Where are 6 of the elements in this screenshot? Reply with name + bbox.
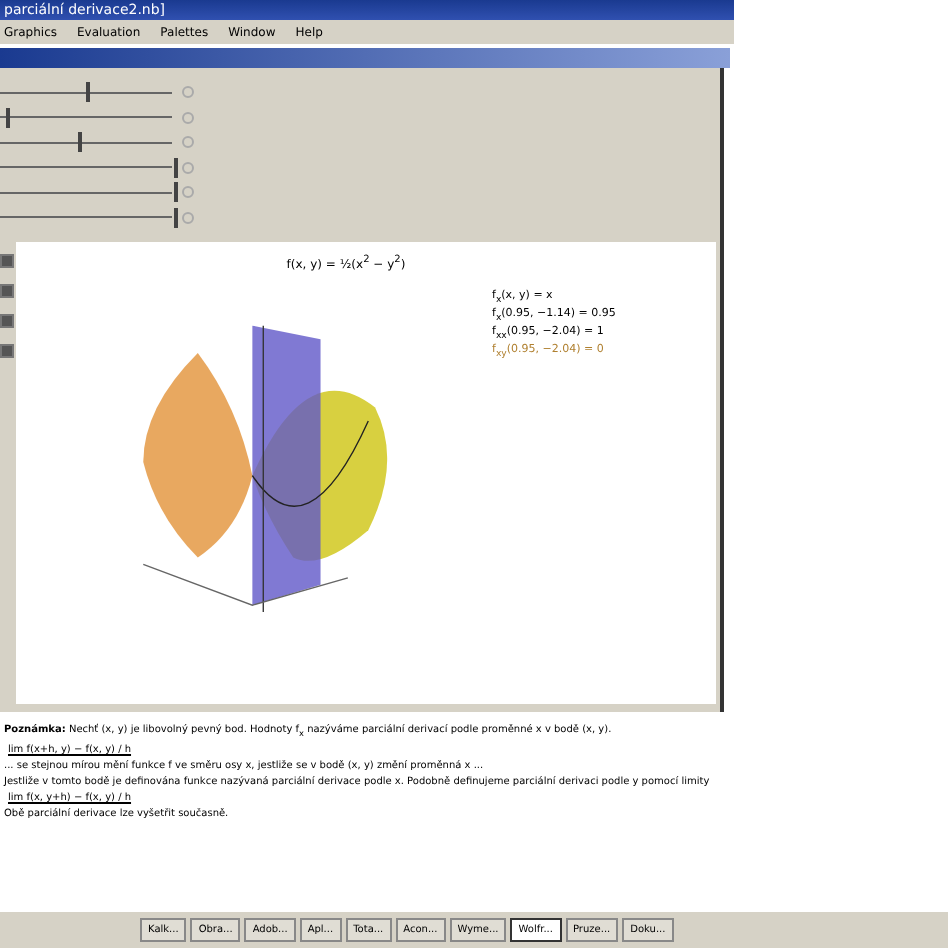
slider-thumb[interactable] <box>6 107 11 128</box>
checkbox[interactable] <box>0 284 14 298</box>
checkbox[interactable] <box>0 314 14 328</box>
slider-thumb[interactable] <box>78 132 83 153</box>
checkbox[interactable] <box>0 254 14 268</box>
checkbox[interactable] <box>0 344 14 358</box>
